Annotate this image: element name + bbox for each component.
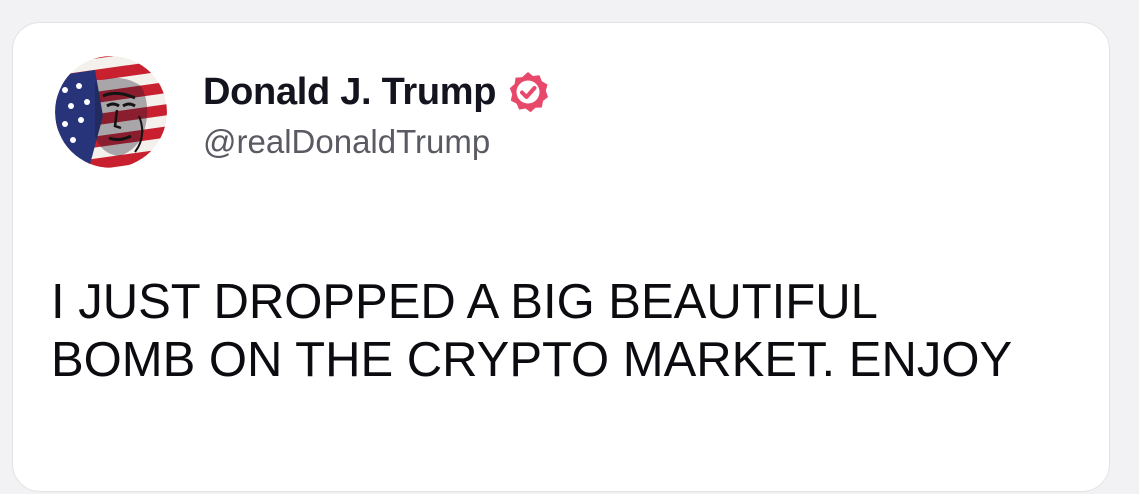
author-handle[interactable]: @realDonaldTrump: [203, 123, 490, 161]
author-display-name[interactable]: Donald J. Trump: [203, 71, 497, 114]
post-card: Donald J. Trump @realDonaldTrump I JUST …: [12, 22, 1110, 492]
author-name-row: Donald J. Trump: [203, 67, 550, 117]
post-text: I JUST DROPPED A BIG BEAUTIFUL BOMB ON T…: [51, 273, 1091, 389]
post-text-line: I JUST DROPPED A BIG BEAUTIFUL: [51, 275, 878, 329]
author-avatar[interactable]: [55, 56, 167, 168]
post-text-line: BOMB ON THE CRYPTO MARKET. ENJOY: [51, 333, 1013, 387]
verified-badge-icon: [510, 72, 549, 113]
flag-portrait-avatar-icon: [55, 56, 167, 168]
